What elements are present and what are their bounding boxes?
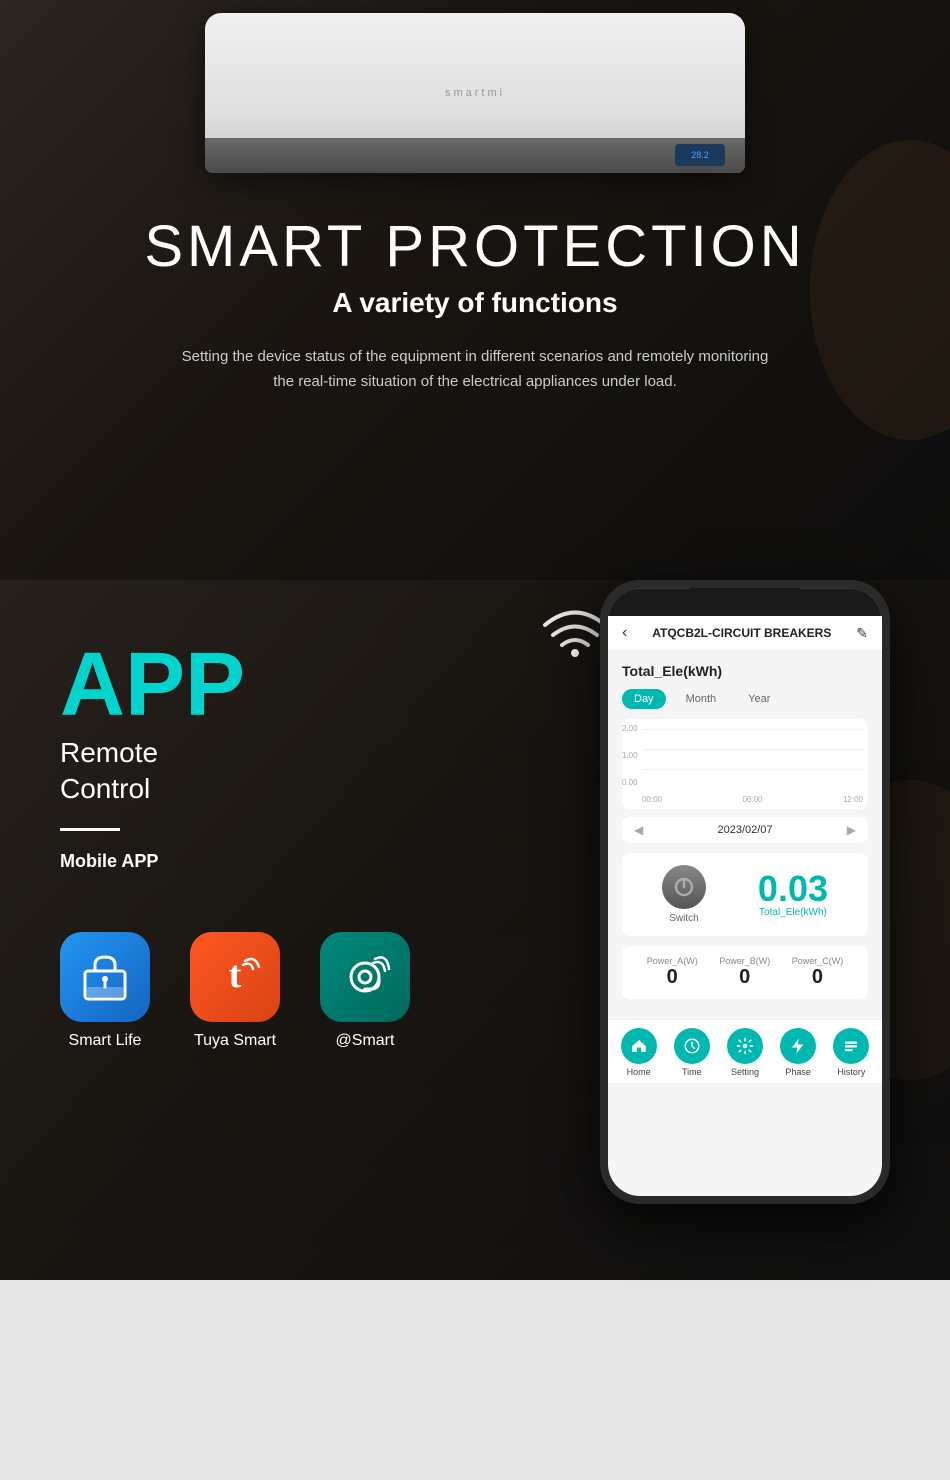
power-c: Power_C(W) 0 bbox=[792, 956, 844, 989]
controls-row: Switch 0.03 Total_Ele(kWh) bbox=[636, 865, 854, 924]
at-smart-icon bbox=[320, 932, 410, 1022]
power-readings: Power_A(W) 0 Power_B(W) 0 Power_C(W) 0 bbox=[622, 946, 868, 999]
energy-reading: 0.03 bbox=[758, 871, 828, 907]
power-b: Power_B(W) 0 bbox=[719, 956, 770, 989]
date-display: 2023/02/07 bbox=[717, 824, 772, 836]
hero-text-block: SMART PROTECTION A variety of functions … bbox=[124, 185, 825, 415]
switch-label: Switch bbox=[662, 913, 706, 924]
power-a-label: Power_A(W) bbox=[647, 956, 698, 966]
phone-frame: ‹ ATQCB2L-CIRCUIT BREAKERS ✎ Total_Ele(k… bbox=[600, 580, 890, 1204]
history-nav-label: History bbox=[837, 1067, 865, 1077]
time-icon bbox=[683, 1037, 701, 1055]
tab-day[interactable]: Day bbox=[622, 689, 666, 709]
phone-nav-bar: Home Time bbox=[608, 1019, 882, 1083]
ac-unit: smartmi 28.2 bbox=[205, 13, 745, 173]
nav-setting[interactable]: Setting bbox=[727, 1028, 763, 1077]
home-nav-label: Home bbox=[627, 1067, 651, 1077]
home-icon bbox=[630, 1037, 648, 1055]
power-c-label: Power_C(W) bbox=[792, 956, 844, 966]
history-icon bbox=[842, 1037, 860, 1055]
nav-history[interactable]: History bbox=[833, 1028, 869, 1077]
tuya-svg: t bbox=[209, 951, 261, 1003]
tab-row: Day Month Year bbox=[622, 689, 868, 709]
power-b-label: Power_B(W) bbox=[719, 956, 770, 966]
y-label-1: 1.00 bbox=[622, 751, 638, 760]
device-title: ATQCB2L-CIRCUIT BREAKERS bbox=[652, 626, 831, 640]
tuya-smart-app[interactable]: t Tuya Smart bbox=[190, 932, 280, 1050]
at-smart-app[interactable]: @Smart bbox=[320, 932, 410, 1050]
setting-icon bbox=[736, 1037, 754, 1055]
date-next[interactable]: ▶ bbox=[847, 823, 856, 837]
ac-bottom-bar: 28.2 bbox=[205, 138, 745, 173]
hero-title: SMART PROTECTION bbox=[144, 215, 805, 279]
chart-area: 2.00 1.00 0.00 00:00 06:00 bbox=[622, 719, 868, 809]
hero-section: smartmi 28.2 SMART PROTECTION A variety … bbox=[0, 0, 950, 580]
ac-brand-label: smartmi bbox=[445, 87, 505, 99]
switch-control: Switch bbox=[662, 865, 706, 924]
history-icon-circle bbox=[833, 1028, 869, 1064]
setting-icon-circle bbox=[727, 1028, 763, 1064]
power-row: Power_A(W) 0 Power_B(W) 0 Power_C(W) 0 bbox=[636, 956, 854, 989]
back-button[interactable]: ‹ bbox=[622, 624, 627, 642]
tuya-smart-label: Tuya Smart bbox=[194, 1032, 276, 1050]
nav-phase[interactable]: Phase bbox=[780, 1028, 816, 1077]
at-smart-svg bbox=[339, 951, 391, 1003]
power-a-value: 0 bbox=[647, 966, 698, 989]
power-icon bbox=[673, 876, 695, 898]
nav-time[interactable]: Time bbox=[674, 1028, 710, 1077]
phone-header: ‹ ATQCB2L-CIRCUIT BREAKERS ✎ bbox=[608, 616, 882, 651]
middle-section: APP RemoteControl Mobile APP Smart Life bbox=[0, 580, 950, 1280]
x-label-6: 06:00 bbox=[742, 795, 762, 804]
divider bbox=[60, 828, 120, 831]
setting-nav-label: Setting bbox=[731, 1067, 759, 1077]
hero-description: Setting the device status of the equipme… bbox=[175, 344, 775, 395]
device-controls: Switch 0.03 Total_Ele(kWh) bbox=[622, 853, 868, 936]
power-button[interactable] bbox=[662, 865, 706, 909]
chart-y-labels: 2.00 1.00 0.00 bbox=[622, 724, 638, 787]
nav-home[interactable]: Home bbox=[621, 1028, 657, 1077]
x-label-0: 00:00 bbox=[642, 795, 662, 804]
power-b-value: 0 bbox=[719, 966, 770, 989]
tab-year[interactable]: Year bbox=[736, 689, 782, 709]
hero-subtitle: A variety of functions bbox=[144, 287, 805, 319]
smart-life-label: Smart Life bbox=[69, 1032, 142, 1050]
y-label-0: 0.00 bbox=[622, 778, 638, 787]
date-nav: ◀ 2023/02/07 ▶ bbox=[622, 817, 868, 843]
at-smart-label: @Smart bbox=[336, 1032, 395, 1050]
phone-content: Total_Ele(kWh) Day Month Year 2.00 1.00 … bbox=[608, 651, 882, 1019]
smart-life-svg bbox=[79, 951, 131, 1003]
date-prev[interactable]: ◀ bbox=[634, 823, 643, 837]
tab-month[interactable]: Month bbox=[674, 689, 729, 709]
time-icon-circle bbox=[674, 1028, 710, 1064]
energy-label: Total_Ele(kWh) bbox=[622, 663, 868, 679]
ac-unit-container: smartmi 28.2 bbox=[195, 0, 755, 185]
time-nav-label: Time bbox=[682, 1067, 702, 1077]
phone-notch bbox=[690, 588, 800, 616]
ac-display: 28.2 bbox=[675, 144, 725, 166]
bottom-section bbox=[0, 1280, 950, 1480]
phase-icon-circle bbox=[780, 1028, 816, 1064]
phase-nav-label: Phase bbox=[785, 1067, 811, 1077]
chart-x-labels: 00:00 06:00 12:00 bbox=[642, 795, 863, 804]
phone-screen: ‹ ATQCB2L-CIRCUIT BREAKERS ✎ Total_Ele(k… bbox=[608, 616, 882, 1196]
tuya-icon: t bbox=[190, 932, 280, 1022]
svg-text:t: t bbox=[229, 954, 242, 996]
phase-icon bbox=[789, 1037, 807, 1055]
home-icon-circle bbox=[621, 1028, 657, 1064]
power-c-value: 0 bbox=[792, 966, 844, 989]
energy-value-container: 0.03 Total_Ele(kWh) bbox=[758, 871, 828, 918]
edit-button[interactable]: ✎ bbox=[856, 625, 868, 642]
power-a: Power_A(W) 0 bbox=[647, 956, 698, 989]
y-label-2: 2.00 bbox=[622, 724, 638, 733]
smart-life-app[interactable]: Smart Life bbox=[60, 932, 150, 1050]
energy-unit: Total_Ele(kWh) bbox=[758, 907, 828, 918]
phone-mockup: ‹ ATQCB2L-CIRCUIT BREAKERS ✎ Total_Ele(k… bbox=[600, 580, 910, 1204]
x-label-12: 12:00 bbox=[843, 795, 863, 804]
smart-life-icon bbox=[60, 932, 150, 1022]
